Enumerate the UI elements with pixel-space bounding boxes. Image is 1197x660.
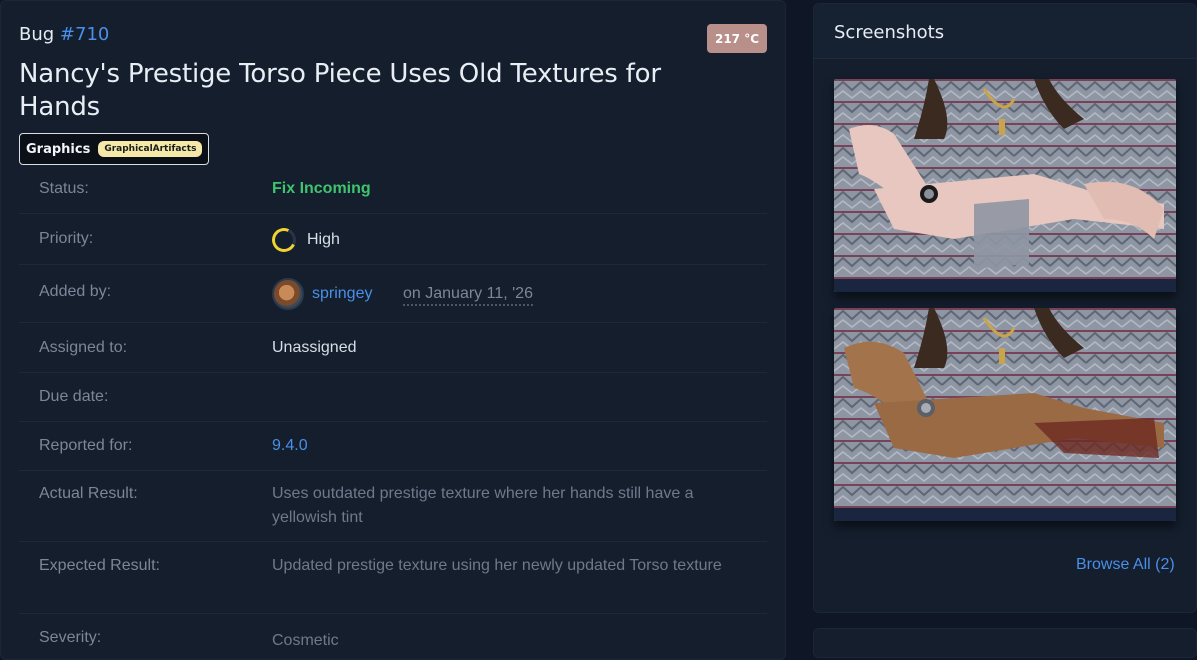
severity-label: Severity:	[39, 629, 102, 646]
user-link[interactable]: springey	[312, 285, 372, 303]
priority-label: Priority:	[39, 230, 94, 247]
field-row-added-by: Added by: springey on January 11, '26	[19, 265, 767, 323]
bug-number-link[interactable]: #710	[60, 24, 109, 45]
expected-result-label: Expected Result:	[39, 557, 160, 574]
screenshot-thumbnail-2[interactable]	[834, 308, 1176, 521]
field-row-status: Status: Fix Incoming	[19, 164, 767, 214]
status-label: Status:	[39, 180, 89, 197]
actual-result-label: Actual Result:	[39, 485, 138, 502]
browse-all-link[interactable]: Browse All (2)	[1076, 556, 1175, 574]
field-row-priority: Priority: High	[19, 214, 767, 265]
field-row-actual-result: Actual Result: Uses outdated prestige te…	[19, 471, 767, 542]
priority-indicator-icon	[268, 224, 300, 256]
due-date-label: Due date:	[39, 388, 109, 405]
category-tag[interactable]: Graphics GraphicalArtifacts	[19, 133, 210, 165]
field-row-reported-for: Reported for: 9.4.0	[19, 422, 767, 471]
temperature-badge: 217 °C	[707, 24, 767, 53]
bug-id-line: Bug #710	[19, 24, 109, 45]
screenshot-thumbnail-1[interactable]	[834, 79, 1176, 292]
assigned-label: Assigned to:	[39, 339, 128, 356]
status-value: Fix Incoming	[272, 180, 371, 197]
severity-value: Cosmetic	[272, 632, 339, 649]
priority-value: High	[307, 231, 340, 248]
page-title: Nancy's Prestige Torso Piece Uses Old Te…	[19, 59, 661, 122]
version-link[interactable]: 9.4.0	[272, 437, 308, 455]
added-by-label: Added by:	[39, 283, 112, 300]
category-label: Graphics	[26, 141, 91, 157]
screenshots-title: Screenshots	[834, 22, 945, 43]
fields-list: Status: Fix Incoming Priority: High Adde…	[19, 164, 767, 654]
field-row-severity: Severity: Cosmetic	[19, 614, 767, 654]
bug-prefix: Bug	[19, 24, 55, 45]
bug-detail-panel: Bug #710 217 °C Nancy's Prestige Torso P…	[0, 0, 786, 660]
expected-result-value: Updated prestige texture using her newly…	[272, 557, 722, 574]
assigned-value: Unassigned	[272, 339, 357, 356]
subcategory-badge: GraphicalArtifacts	[98, 141, 203, 157]
secondary-panel	[813, 628, 1197, 658]
avatar[interactable]	[272, 278, 304, 310]
screenshots-header: Screenshots	[814, 4, 1196, 59]
field-row-expected-result: Expected Result: Updated prestige textur…	[19, 542, 767, 614]
field-row-due-date: Due date:	[19, 373, 767, 422]
actual-result-value: Uses outdated prestige texture where her…	[272, 485, 694, 526]
field-row-assigned: Assigned to: Unassigned	[19, 323, 767, 373]
added-date: on January 11, '26	[403, 285, 533, 306]
reported-for-label: Reported for:	[39, 437, 133, 454]
screenshots-panel: Screenshots Browse All (2)	[813, 3, 1197, 613]
